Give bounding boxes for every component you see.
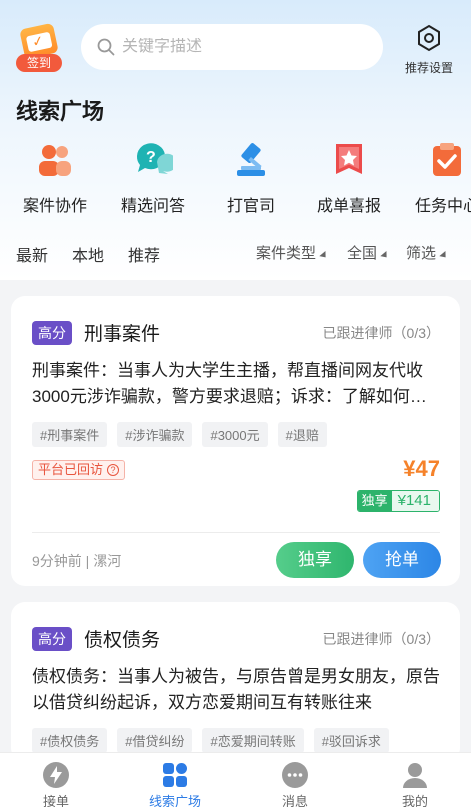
score-badge: 高分 [32,320,72,345]
region-dropdown[interactable]: 全国 [347,242,390,263]
tab-label: 消息 [281,794,308,807]
filter-label: 筛选 [406,245,437,262]
region-label: 全国 [347,245,378,262]
tab-take-orders[interactable]: 接单 [11,753,101,807]
revisit-badge[interactable]: 平台已回访 ? [32,460,126,480]
gavel-icon [231,140,271,180]
score-badge: 高分 [32,626,72,651]
category-row: 案件协作 ? 精选问答 打官司 成单喜报 任务中心 [0,140,471,220]
tab-lead-square[interactable]: 线索广场 [130,753,220,807]
grid-icon [161,761,189,789]
category-success-report[interactable]: 成单喜报 [304,140,394,216]
tag: #退赔 [277,422,327,447]
user-icon [401,761,429,789]
tag-list: #债权债务 #借贷纠纷 #恋爱期间转账 #驳回诉求 [32,728,399,753]
search-input[interactable] [122,38,362,56]
revisit-label: 平台已回访 [38,462,104,477]
lead-price: ¥47 [403,456,440,481]
category-label: 成单喜报 [316,198,381,215]
category-label: 任务中心 [414,198,471,215]
search-icon [97,38,115,56]
case-type-dropdown[interactable]: 案件类型 [256,242,329,263]
dropdown-arrow-icon [439,251,449,260]
exclusive-button[interactable]: 独享 [276,542,354,578]
divider [32,532,440,533]
people-icon [35,140,75,180]
filter-dropdown[interactable]: 筛选 [406,242,449,263]
tag-list: #刑事案件 #涉诈骗款 #3000元 #退赔 [32,422,337,447]
case-type-label: 案件类型 [256,245,317,262]
svg-text:?: ? [146,149,156,166]
tab-mine[interactable]: 我的 [370,753,460,807]
category-lawsuit[interactable]: 打官司 [206,140,296,216]
case-description: 刑事案件：当事人为大学生主播，帮直播间网友代收3000元涉诈骗款，警方要求退赔；… [32,361,427,406]
filter-bar: 最新 本地 推荐 案件类型 全国 筛选 [0,236,471,270]
tab-label: 接单 [42,794,69,807]
category-selected-qa[interactable]: ? 精选问答 [108,140,198,216]
category-task-center[interactable]: 任务中心 [402,140,471,216]
recommend-settings-button[interactable]: 推荐设置 [398,24,460,75]
tab-label: 线索广场 [148,794,201,807]
card-header: 高分 债权债务 [32,625,160,652]
lead-card[interactable]: 高分 刑事案件 已跟进律师（0/3） 刑事案件：当事人为大学生主播，帮直播间网友… [11,296,460,586]
help-icon: ? [107,464,120,476]
page-title: 线索广场 [16,99,105,124]
case-description: 债权债务：当事人为被告，与原告曾是男女朋友，原告以借贷纠纷起诉，双方恋爱期间互有… [32,667,440,712]
lead-card[interactable]: 高分 债权债务 已跟进律师（0/3） 债权债务：当事人为被告，与原告曾是男女朋友… [11,602,460,762]
tag: #债权债务 [32,728,108,753]
tag: #恋爱期间转账 [202,728,304,753]
exclusive-price: 独享 ¥141 [356,490,440,512]
signin-label: 签到 [16,54,62,72]
tag: #刑事案件 [32,422,108,447]
exclusive-label: 独享 [357,491,392,511]
grab-order-button[interactable]: 抢单 [363,542,441,578]
star-banner-icon [329,140,369,180]
lightning-icon [42,761,70,789]
search-bar[interactable] [81,24,383,70]
tag: #驳回诉求 [313,728,389,753]
follow-status: 已跟进律师（0/3） [322,325,440,341]
settings-hexagon-icon [418,24,440,52]
tab-label: 我的 [401,794,428,807]
signin-button[interactable]: ✓ 签到 [16,22,64,72]
dropdown-arrow-icon [380,251,390,260]
follow-status: 已跟进律师（0/3） [322,631,440,647]
tag: #借贷纠纷 [117,728,193,753]
category-label: 打官司 [226,198,275,215]
category-label: 案件协作 [22,198,87,215]
task-check-icon [427,140,467,180]
exclusive-price-value: ¥141 [391,491,439,511]
category-label: 精选问答 [120,198,185,215]
card-header: 高分 刑事案件 [32,319,160,346]
case-type: 债权债务 [84,630,161,651]
question-chat-icon: ? [133,140,177,180]
category-case-collab[interactable]: 案件协作 [10,140,100,216]
tab-latest[interactable]: 最新 [16,242,48,266]
tab-local[interactable]: 本地 [72,242,104,266]
case-type: 刑事案件 [84,324,161,345]
tab-messages[interactable]: 消息 [250,753,340,807]
dropdown-arrow-icon [319,251,329,260]
settings-label: 推荐设置 [404,61,453,75]
lead-meta: 9分钟前 | 漯河 [32,553,122,569]
chat-icon [281,761,309,789]
bottom-tab-bar: 接单 线索广场 消息 我的 [0,752,471,807]
tag: #3000元 [202,422,268,447]
tag: #涉诈骗款 [117,422,193,447]
tab-recommend[interactable]: 推荐 [128,242,160,266]
